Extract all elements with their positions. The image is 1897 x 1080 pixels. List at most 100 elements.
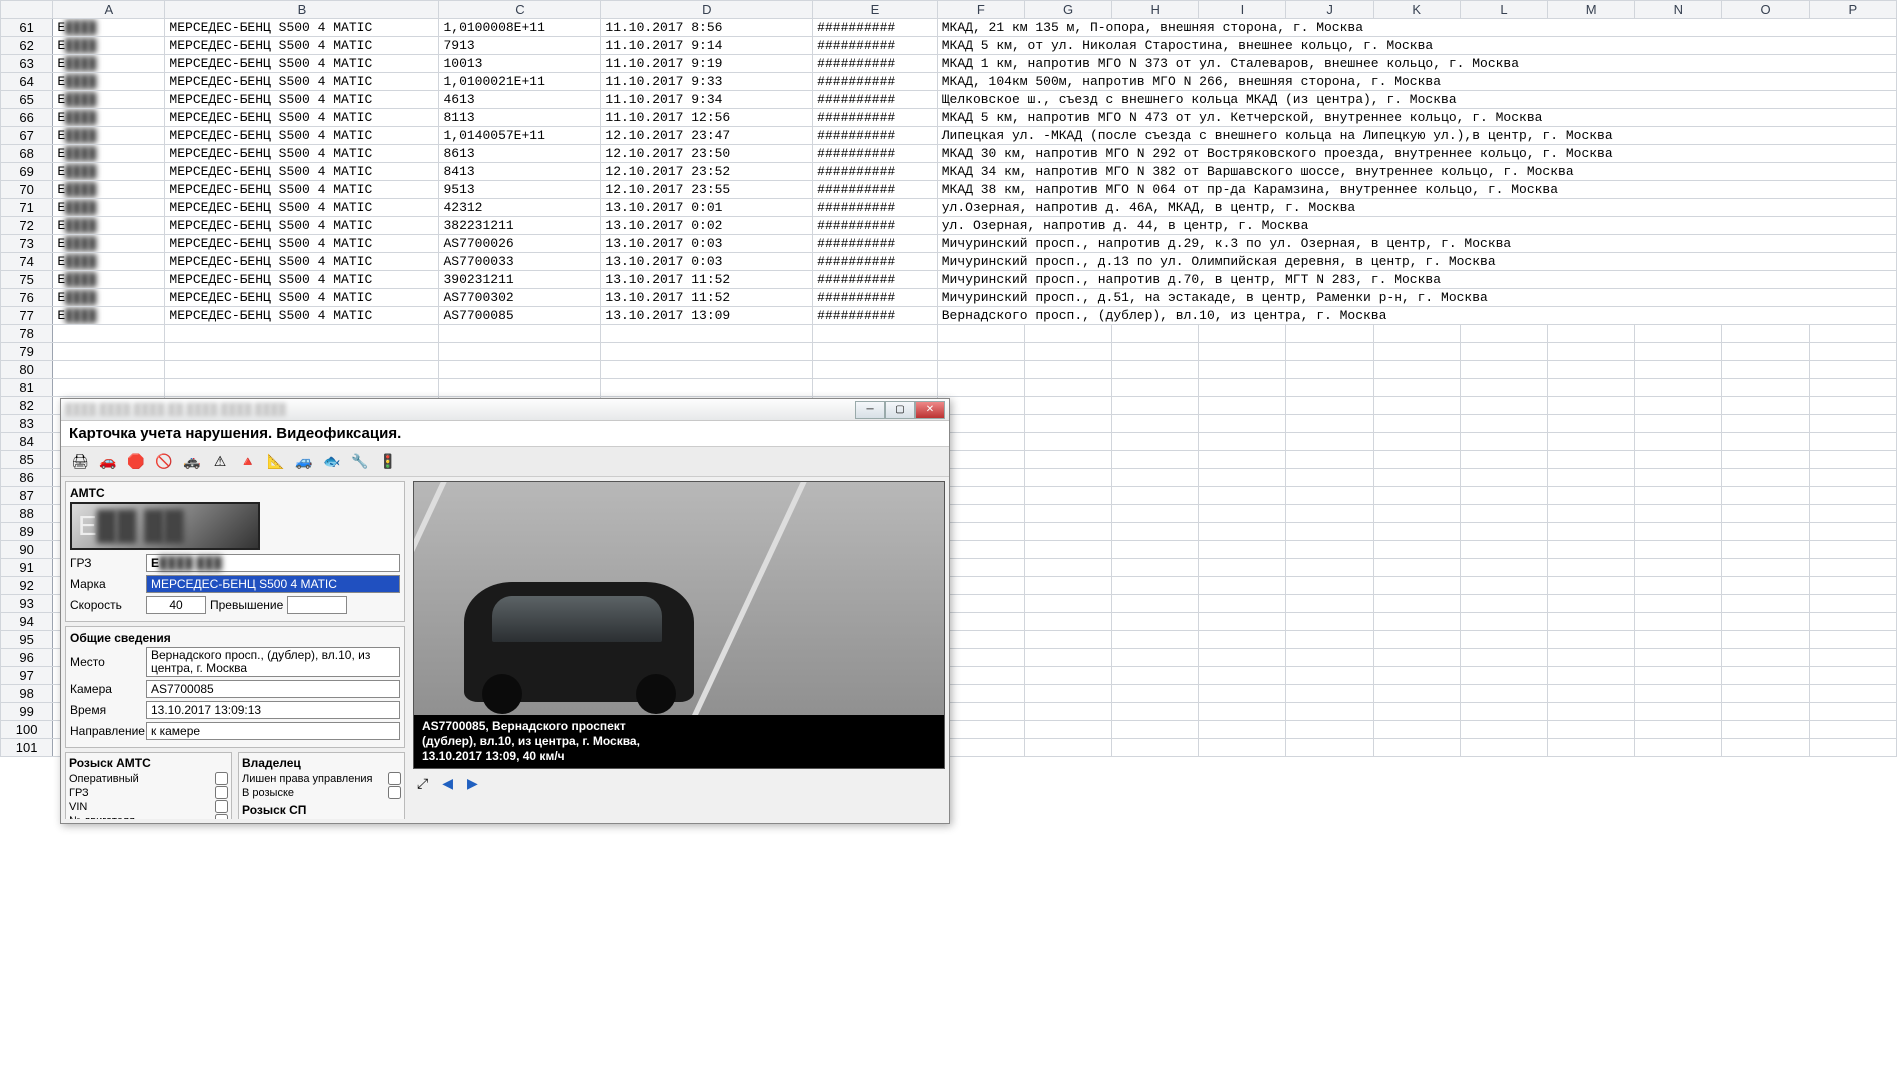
cell[interactable]	[1722, 379, 1809, 397]
cell[interactable]	[937, 577, 1024, 595]
cell[interactable]	[601, 379, 813, 397]
cell[interactable]	[1373, 685, 1460, 703]
col-header-G[interactable]: G	[1024, 1, 1111, 19]
cell[interactable]	[1286, 469, 1373, 487]
cell[interactable]	[937, 649, 1024, 667]
cell[interactable]	[813, 325, 938, 343]
cell[interactable]	[1286, 703, 1373, 721]
row-number[interactable]: 68	[1, 145, 53, 163]
cell[interactable]	[1548, 703, 1635, 721]
cell[interactable]: 13.10.2017 0:02	[601, 217, 813, 235]
cell[interactable]	[1024, 415, 1111, 433]
cell[interactable]	[1548, 613, 1635, 631]
cell[interactable]: Мичуринский просп., д.51, на эстакаде, в…	[937, 289, 1896, 307]
cell[interactable]	[53, 343, 165, 361]
col-header-E[interactable]: E	[813, 1, 938, 19]
cell[interactable]: ##########	[813, 37, 938, 55]
cell[interactable]	[937, 541, 1024, 559]
cell[interactable]: Е████	[53, 73, 165, 91]
cell[interactable]	[1373, 397, 1460, 415]
cell[interactable]	[1635, 739, 1722, 757]
cell[interactable]	[1460, 703, 1547, 721]
cell[interactable]	[1722, 523, 1809, 541]
cell[interactable]	[1722, 415, 1809, 433]
col-header-L[interactable]: L	[1460, 1, 1547, 19]
cell[interactable]	[1722, 685, 1809, 703]
cell[interactable]	[1460, 379, 1547, 397]
toolbar-icon-1[interactable]: 🚗	[97, 451, 119, 473]
cell[interactable]	[1024, 343, 1111, 361]
cell[interactable]: 11.10.2017 9:33	[601, 73, 813, 91]
cell[interactable]: Е████	[53, 163, 165, 181]
row-number[interactable]: 62	[1, 37, 53, 55]
cell[interactable]	[1460, 451, 1547, 469]
corner-cell[interactable]	[1, 1, 53, 19]
grz-input[interactable]: Е████ ███	[146, 554, 400, 572]
cell[interactable]	[1024, 577, 1111, 595]
cell[interactable]	[1024, 685, 1111, 703]
row-number[interactable]: 77	[1, 307, 53, 325]
cell[interactable]	[1373, 631, 1460, 649]
cell[interactable]: Мичуринский просп., напротив д.70, в цен…	[937, 271, 1896, 289]
checkbox[interactable]	[388, 786, 401, 799]
cell[interactable]: ##########	[813, 235, 938, 253]
cell[interactable]	[1112, 541, 1199, 559]
row-number[interactable]: 66	[1, 109, 53, 127]
cell[interactable]	[1548, 577, 1635, 595]
cell[interactable]: МЕРСЕДЕС-БЕНЦ S500 4 MATIC	[165, 127, 439, 145]
cell[interactable]	[1548, 523, 1635, 541]
col-header-B[interactable]: B	[165, 1, 439, 19]
col-header-M[interactable]: M	[1548, 1, 1635, 19]
row-number[interactable]: 72	[1, 217, 53, 235]
cell[interactable]: Е████	[53, 289, 165, 307]
cell[interactable]	[1286, 325, 1373, 343]
cell[interactable]: 390231211	[439, 271, 601, 289]
col-header-K[interactable]: K	[1373, 1, 1460, 19]
cell[interactable]	[937, 739, 1024, 757]
cell[interactable]	[1548, 559, 1635, 577]
col-header-F[interactable]: F	[937, 1, 1024, 19]
cell[interactable]	[1722, 487, 1809, 505]
cell[interactable]	[1373, 343, 1460, 361]
cell[interactable]	[1024, 541, 1111, 559]
cell[interactable]	[1112, 523, 1199, 541]
col-header-N[interactable]: N	[1635, 1, 1722, 19]
cell[interactable]	[813, 361, 938, 379]
cell[interactable]: МЕРСЕДЕС-БЕНЦ S500 4 MATIC	[165, 109, 439, 127]
cell[interactable]: 13.10.2017 11:52	[601, 271, 813, 289]
cell[interactable]: МКАД 5 км, от ул. Николая Старостина, вн…	[937, 37, 1896, 55]
cell[interactable]: ##########	[813, 145, 938, 163]
cell[interactable]	[1112, 469, 1199, 487]
cell[interactable]	[1199, 487, 1286, 505]
toolbar-icon-9[interactable]: 🐟	[321, 451, 343, 473]
cell[interactable]: 8613	[439, 145, 601, 163]
cell[interactable]	[1722, 721, 1809, 739]
cell[interactable]	[1024, 667, 1111, 685]
cell[interactable]: 11.10.2017 9:19	[601, 55, 813, 73]
cell[interactable]	[1112, 721, 1199, 739]
cell[interactable]	[1460, 559, 1547, 577]
cell[interactable]	[1548, 631, 1635, 649]
cell[interactable]	[1112, 631, 1199, 649]
cell[interactable]	[1635, 577, 1722, 595]
cell[interactable]: ##########	[813, 217, 938, 235]
cell[interactable]	[1548, 685, 1635, 703]
cell[interactable]	[1460, 325, 1547, 343]
row-number[interactable]: 90	[1, 541, 53, 559]
cell[interactable]	[1024, 721, 1111, 739]
cell[interactable]	[1460, 505, 1547, 523]
row-number[interactable]: 99	[1, 703, 53, 721]
marka-input[interactable]: МЕРСЕДЕС-БЕНЦ S500 4 MATIC	[146, 575, 400, 593]
cell[interactable]: ##########	[813, 307, 938, 325]
cell[interactable]	[1286, 343, 1373, 361]
cell[interactable]	[1809, 433, 1896, 451]
cell[interactable]	[1024, 433, 1111, 451]
cell[interactable]	[1809, 379, 1896, 397]
cell[interactable]: ##########	[813, 19, 938, 37]
cell[interactable]	[1373, 505, 1460, 523]
cell[interactable]	[1199, 523, 1286, 541]
cell[interactable]	[1722, 451, 1809, 469]
cell[interactable]: AS7700302	[439, 289, 601, 307]
cell[interactable]	[1635, 451, 1722, 469]
cell[interactable]: 13.10.2017 13:09	[601, 307, 813, 325]
